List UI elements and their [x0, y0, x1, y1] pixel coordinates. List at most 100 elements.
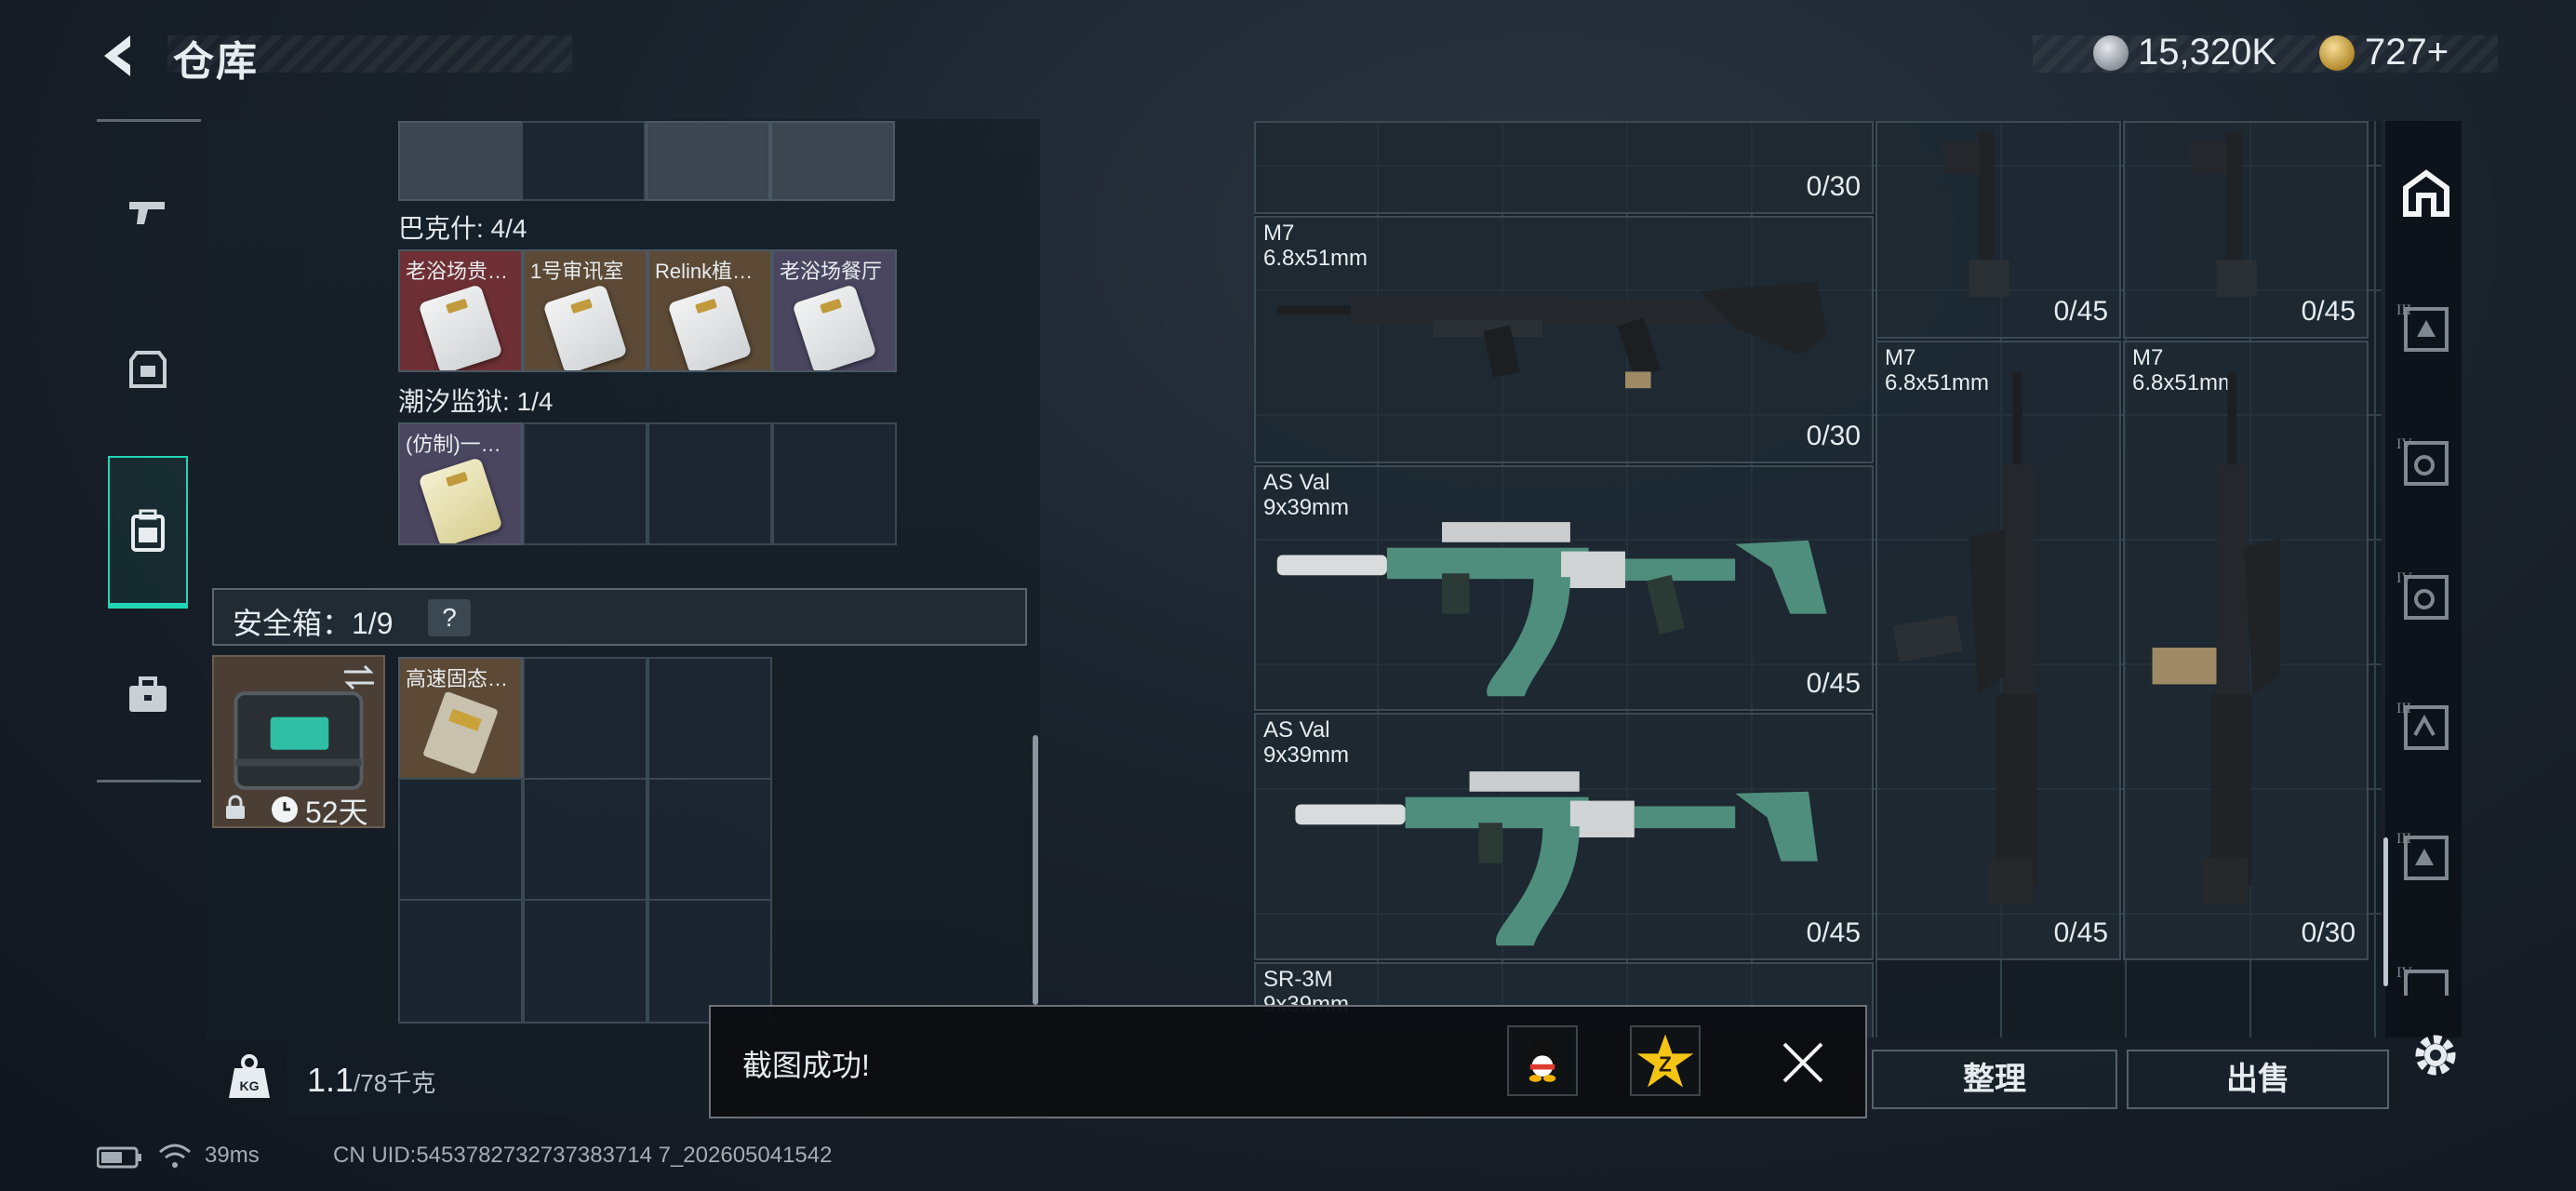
keycard-item[interactable]: Relink植… [647, 249, 772, 372]
ammo-count: 0/45 [1806, 668, 1861, 699]
tier-filter-iv[interactable]: IV [2391, 430, 2456, 495]
tier-label: IV [2396, 965, 2412, 981]
rifle-icon [1276, 522, 1827, 697]
empty-slot[interactable] [398, 899, 523, 1024]
empty-slot[interactable] [647, 422, 772, 545]
weight-max: /78千克 [354, 1069, 436, 1097]
weapon-item-m7[interactable]: M7 6.8x51mm 0/45 [1875, 341, 2121, 960]
ammo-box-icon: III [2396, 701, 2449, 750]
nav-backpack[interactable] [110, 493, 186, 569]
empty-slot[interactable] [647, 778, 772, 901]
help-button[interactable]: ? [428, 599, 471, 636]
keycard-slot[interactable] [770, 121, 895, 201]
currency-silver-amount: 15,320K [2138, 32, 2277, 73]
battery-icon [97, 1146, 141, 1169]
keycard-item[interactable]: 1号审讯室 [523, 249, 647, 372]
tier-filter-iii[interactable]: III [2391, 296, 2456, 361]
empty-slot[interactable] [521, 121, 646, 201]
empty-slot[interactable] [523, 422, 647, 545]
warehouse-home-icon[interactable] [2400, 167, 2452, 220]
lock-icon [226, 795, 245, 819]
tier-filter-iv[interactable]: IV [2391, 958, 2456, 996]
tier-filter-iv[interactable]: IV [2391, 564, 2456, 629]
keycard-label: Relink植… [655, 260, 754, 283]
share-qq-button[interactable] [1507, 1025, 1578, 1096]
weapon-item-asval[interactable]: AS Val 9x39mm 0/45 [1254, 713, 1874, 960]
ammo-box-icon: IV [2396, 965, 2449, 996]
tier-filter-iii[interactable]: III [2391, 824, 2456, 890]
ammo-count: 0/45 [1806, 917, 1861, 948]
qzone-star-icon: Z [1636, 1034, 1694, 1088]
warehouse-item[interactable]: 0/30 [1254, 121, 1874, 214]
ping-display: 39ms [205, 1143, 260, 1168]
weapon-item-m7[interactable]: M7 6.8x51mm 0/30 [1254, 216, 1874, 463]
keycard-icon [667, 284, 753, 370]
page-title: 仓库 [173, 39, 259, 85]
armor-icon [129, 351, 167, 388]
empty-slot[interactable] [523, 657, 647, 780]
empty-slot[interactable] [398, 778, 523, 901]
empty-slot[interactable] [523, 899, 647, 1024]
ammo-count: 0/30 [1806, 171, 1861, 202]
keycard-group-label: 巴克什: 4/4 [398, 214, 527, 243]
safebox-label: 安全箱：1/9 [233, 607, 394, 640]
svg-text:KG: KG [240, 1078, 260, 1093]
ammo-box-icon: IV [2396, 570, 2449, 620]
share-qzone-button[interactable]: Z [1630, 1025, 1701, 1096]
nav-equipment[interactable] [110, 331, 186, 408]
ammo-box-icon: III [2396, 831, 2449, 880]
tier-label: III [2396, 831, 2411, 847]
sort-button[interactable]: 整理 [1872, 1050, 2117, 1109]
nav-supplies[interactable] [110, 657, 186, 733]
keycard-label: 老浴场贵… [406, 260, 509, 283]
close-icon[interactable] [1779, 1038, 1827, 1087]
silver-coin-icon [2093, 35, 2129, 71]
keycard-icon [542, 284, 628, 370]
weapon-item-asval[interactable]: AS Val 9x39mm 0/45 [1254, 465, 1874, 711]
ssd-icon [423, 691, 498, 774]
rifle-icon [1276, 281, 1827, 389]
scrollbar[interactable] [2383, 837, 2388, 986]
warehouse-item[interactable]: 0/45 [2123, 121, 2369, 339]
toast-message: 截图成功! [742, 1049, 870, 1082]
currency-gold-amount[interactable]: 727+ [2365, 32, 2449, 74]
keycard-icon [792, 284, 877, 370]
empty-slot[interactable] [647, 657, 772, 780]
svg-text:Z: Z [1659, 1051, 1672, 1076]
qq-icon [1528, 1041, 1557, 1082]
empty-slot[interactable] [772, 422, 897, 545]
back-arrow-icon[interactable] [93, 28, 149, 84]
keycard-item[interactable]: (仿制)一… [398, 422, 523, 545]
gold-coin-icon[interactable] [2319, 35, 2355, 71]
keycard-label: 老浴场餐厅 [780, 260, 883, 283]
keycard-slot[interactable] [398, 121, 523, 201]
keycard-item[interactable]: 老浴场贵… [398, 249, 523, 372]
weapon-name: SR-3M [1263, 967, 1333, 992]
tier-label: III [2396, 302, 2411, 318]
gear-icon[interactable] [2409, 1029, 2462, 1081]
wifi-icon [159, 1144, 191, 1168]
backpack-icon [131, 509, 165, 552]
weapon-item-m7[interactable]: M7 6.8x51mm 0/30 [2123, 341, 2369, 960]
swap-icon[interactable] [340, 662, 378, 692]
weight-display: 1.1/78千克 [307, 1061, 435, 1100]
rifle-icon [2152, 372, 2281, 904]
keycard-item[interactable]: 老浴场餐厅 [772, 249, 897, 372]
nav-divider [97, 780, 201, 783]
pistol-icon [129, 202, 165, 224]
ammo-box-icon: III [2396, 302, 2449, 352]
tier-filter-iii[interactable]: III [2391, 694, 2456, 759]
sell-button[interactable]: 出售 [2127, 1050, 2389, 1109]
nav-divider [97, 119, 201, 122]
keycard-slot[interactable] [646, 121, 770, 201]
warehouse-panel: 0/30 M7 6.8x51mm 0/30 0/45 0/45 AS Val 9… [1254, 121, 2382, 1037]
keycard-icon [418, 284, 503, 370]
warehouse-item[interactable]: 0/45 [1875, 121, 2121, 339]
rifle-icon [1295, 771, 1818, 946]
ammo-count: 0/45 [2301, 296, 2356, 327]
keycard-label: (仿制)一… [406, 433, 501, 456]
scrollbar[interactable] [1033, 735, 1038, 1005]
empty-slot[interactable] [523, 778, 647, 901]
safebox-item[interactable]: 高速固态… [398, 657, 523, 780]
nav-weapons[interactable] [110, 173, 186, 249]
